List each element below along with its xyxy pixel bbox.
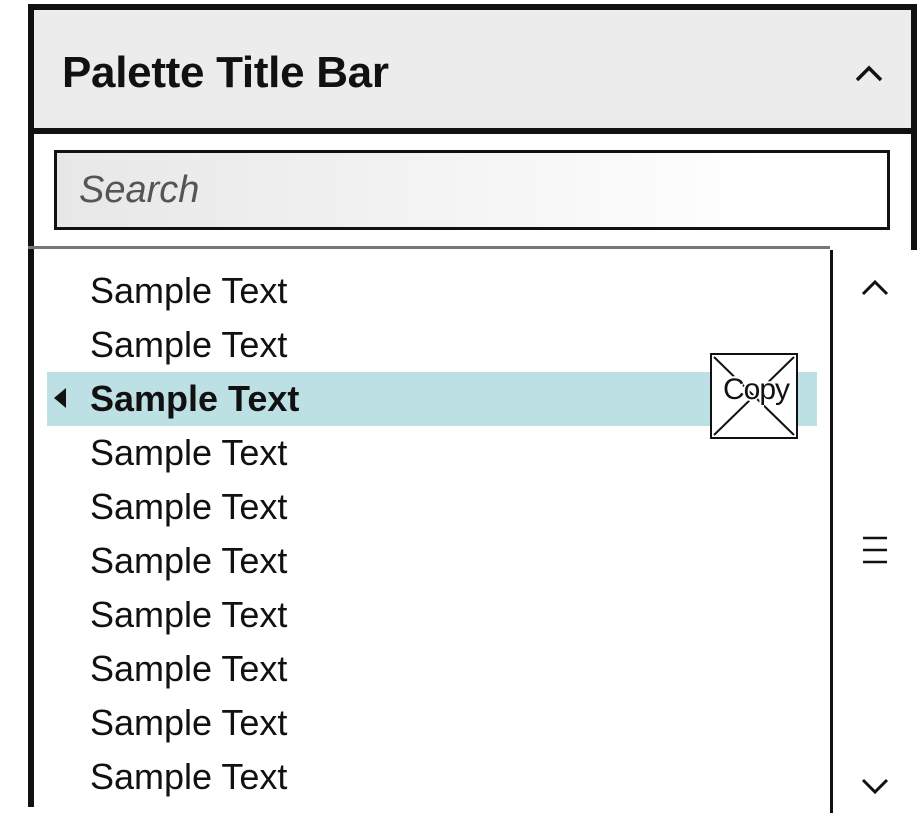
chevron-up-icon	[861, 279, 889, 296]
search-input[interactable]	[57, 153, 887, 227]
caret-left-icon	[54, 388, 66, 408]
list-item-label: Sample Text	[90, 594, 288, 635]
chevron-up-icon	[855, 65, 883, 82]
list-item-label: Sample Text	[90, 648, 288, 689]
list-item[interactable]: Sample Text	[34, 696, 830, 750]
scrollbar[interactable]	[830, 250, 917, 813]
scroll-thumb[interactable]	[851, 530, 899, 570]
palette-title: Palette Title Bar	[62, 48, 389, 97]
list-item[interactable]: Sample Text	[34, 534, 830, 588]
list-item-label: Sample Text	[90, 540, 288, 581]
scroll-up-button[interactable]	[851, 272, 899, 304]
list-item-label: Sample Text	[90, 486, 288, 527]
hamburger-icon	[863, 536, 887, 564]
list-item-label: Sample Text	[90, 702, 288, 743]
chevron-down-icon	[861, 778, 889, 795]
palette-title-bar[interactable]: Palette Title Bar	[34, 10, 911, 134]
list-item-label: Sample Text	[90, 378, 300, 419]
list-item-label: Sample Text	[90, 324, 288, 365]
item-list[interactable]: Sample Text Sample Text Sample Text Sample …	[34, 250, 830, 813]
copy-drag-feedback: Copy	[710, 353, 798, 439]
list-item[interactable]: Sample Text	[34, 642, 830, 696]
palette-panel: Palette Title Bar Sample TextSample Text…	[28, 4, 917, 813]
list-item-label: Sample Text	[90, 432, 288, 473]
copy-label: Copy	[722, 373, 790, 406]
list-item[interactable]: Sample Text	[34, 480, 830, 534]
search-box[interactable]	[54, 150, 890, 230]
list-item-label: Sample Text	[90, 756, 288, 797]
list-item[interactable]: Sample Text	[34, 750, 830, 804]
list-item[interactable]: Sample Text	[34, 588, 830, 642]
list-item-label: Sample Text	[90, 270, 288, 311]
collapse-button[interactable]	[849, 54, 889, 94]
divider	[28, 246, 830, 249]
scroll-down-button[interactable]	[851, 770, 899, 802]
list-item[interactable]: Sample Text	[34, 264, 830, 318]
